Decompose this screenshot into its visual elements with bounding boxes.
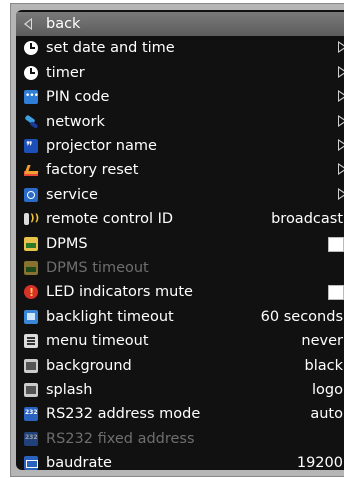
menu-item-baudrate[interactable]: baudrate 19200	[16, 451, 344, 470]
menu-item-timer[interactable]: timer	[16, 61, 344, 85]
menu-item-back[interactable]: back	[16, 12, 344, 36]
menu-item-splash[interactable]: splash logo	[16, 378, 344, 402]
menu-item-label: remote control ID	[46, 211, 174, 228]
menu-item-label: baudrate	[46, 455, 112, 470]
menu-item-background[interactable]: background black	[16, 354, 344, 378]
menu-item-label: DPMS	[46, 235, 88, 252]
menu-item-rs232-address-mode[interactable]: RS232 address mode auto	[16, 401, 344, 426]
menu-item-value: black	[304, 357, 344, 374]
menu-item-label: projector name	[46, 138, 157, 154]
menu-item-led-indicators-mute[interactable]: LED indicators mute	[16, 280, 344, 305]
checkbox[interactable]	[328, 285, 344, 301]
back-arrow-icon	[24, 18, 32, 30]
submenu-arrow-icon	[338, 65, 344, 78]
menu-item-label: RS232 fixed address	[46, 430, 195, 447]
service-icon	[24, 187, 38, 202]
menu-item-dpms[interactable]: DPMS	[16, 232, 344, 256]
menu-item-label: LED indicators mute	[46, 284, 193, 301]
menu-item-label: background	[46, 357, 132, 374]
factory-reset-icon	[24, 163, 38, 177]
background-icon	[24, 383, 38, 397]
backlight-icon	[24, 309, 38, 324]
submenu-arrow-icon	[338, 163, 344, 176]
menu-icon	[24, 334, 38, 349]
menu-item-value: 19200	[296, 455, 343, 470]
menu-item-value: 60 seconds	[260, 308, 343, 325]
clock-icon	[24, 41, 38, 56]
menu-item-label: network	[46, 113, 105, 130]
menu-item-label: timer	[46, 64, 85, 81]
submenu-arrow-icon	[338, 187, 344, 200]
menu-item-label: back	[46, 16, 81, 32]
led-icon	[24, 281, 38, 305]
menu-item-factory-reset[interactable]: factory reset	[16, 158, 344, 182]
menu-item-menu-timeout[interactable]: menu timeout never	[16, 329, 344, 353]
checkbox[interactable]	[328, 236, 344, 252]
menu-item-set-date-and-time[interactable]: set date and time	[16, 36, 344, 60]
clock-icon	[24, 65, 38, 80]
menu-item-value: auto	[310, 406, 343, 423]
pin-code-icon	[24, 84, 38, 108]
menu-item-label: backlight timeout	[46, 308, 174, 325]
baudrate-icon	[24, 456, 38, 470]
menu-item-pin-code[interactable]: PIN code	[16, 84, 344, 109]
settings-menu-panel: back set date and time timer PIN code networ…	[16, 10, 344, 470]
menu-item-value: broadcast	[271, 211, 343, 228]
menu-item-service[interactable]: service	[16, 183, 344, 207]
menu-item-label: PIN code	[46, 89, 110, 106]
submenu-arrow-icon	[338, 139, 344, 151]
dpms-icon	[24, 261, 38, 275]
submenu-arrow-icon	[338, 90, 344, 103]
menu-item-label: DPMS timeout	[46, 260, 149, 276]
rs232-icon	[24, 426, 38, 450]
menu-item-label: menu timeout	[46, 333, 149, 350]
menu-item-value: logo	[312, 382, 343, 398]
menu-item-label: service	[46, 186, 98, 203]
network-icon	[24, 115, 38, 129]
menu-item-projector-name[interactable]: projector name	[16, 134, 344, 158]
rs232-icon	[24, 401, 38, 425]
menu-item-label: splash	[46, 382, 93, 398]
menu-item-rs232-fixed-address: RS232 fixed address	[16, 426, 344, 451]
submenu-arrow-icon	[338, 41, 344, 54]
background-icon	[24, 358, 38, 373]
menu-item-dpms-timeout: DPMS timeout	[16, 256, 344, 280]
dpms-icon	[24, 236, 38, 251]
menu-item-value: never	[301, 333, 343, 350]
menu-item-remote-control-id[interactable]: remote control ID broadcast	[16, 207, 344, 231]
menu-item-label: RS232 address mode	[46, 406, 201, 423]
menu-item-label: factory reset	[46, 162, 139, 179]
menu-item-backlight-timeout[interactable]: backlight timeout 60 seconds	[16, 305, 344, 329]
remote-control-icon	[24, 207, 39, 231]
projector-name-icon	[24, 134, 38, 158]
submenu-arrow-icon	[338, 114, 344, 127]
menu-item-network[interactable]: network	[16, 110, 344, 134]
menu-item-label: set date and time	[46, 40, 175, 57]
